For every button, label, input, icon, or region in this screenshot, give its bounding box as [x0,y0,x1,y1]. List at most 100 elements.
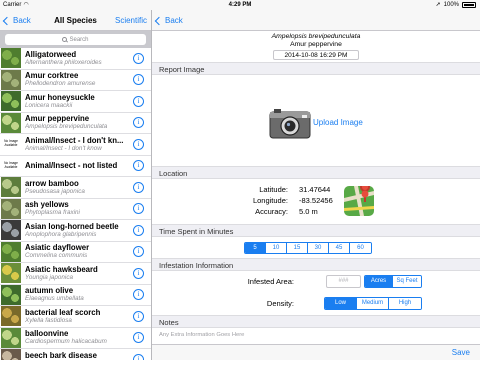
camera-icon[interactable] [269,107,311,139]
species-row[interactable]: ash yellows Phytoplasma fraxini i [0,199,151,221]
species-row[interactable]: Asiatic hawksbeard Youngia japonica i [0,263,151,285]
upload-image-button[interactable]: Upload Image [313,118,363,127]
species-row[interactable]: No Image Available Animal/Insect - I don… [0,134,151,156]
info-icon[interactable]: i [133,289,144,300]
notes-input[interactable]: Any Extra Information Goes Here [159,332,244,338]
species-list-pane: Back All Species Scientific Search Allig… [0,10,152,360]
species-scientific-name: Commelina communis [25,252,133,260]
species-scientific-name: Cardiospermum halicacabum [25,338,133,346]
species-row[interactable]: arrow bamboo Pseudosasa japonica i [0,177,151,199]
species-row[interactable]: Asian long-horned beetle Anoplophora gla… [0,220,151,242]
map-icon[interactable] [344,186,374,216]
time-spent-option[interactable]: 5 [245,243,266,253]
species-scientific-name: Alternanthera philoxeroides [25,59,133,67]
species-common-name: Animal/Insect - not listed [25,161,133,170]
status-bar: Carrier◠ 4:29 PM ➚ 100% [0,0,480,10]
species-common-name: Asian long-horned beetle [25,222,133,231]
location-area: Latitude: 31.47644 Longitude: -83.52456 … [152,179,480,224]
species-row[interactable]: No Image Available Animal/Insect - not l… [0,156,151,178]
infested-area-input[interactable]: ### [326,275,361,288]
species-row[interactable]: balloonvine Cardiospermum halicacabum i [0,328,151,350]
longitude-label: Longitude: [218,196,288,205]
species-common-name: Amur peppervine [152,41,480,49]
density-option[interactable]: Medium [357,298,389,309]
species-thumbnail [1,285,21,305]
species-scientific-name: Phytoplasma fraxini [25,209,133,217]
info-icon[interactable]: i [133,53,144,64]
latitude-label: Latitude: [218,185,288,194]
battery-percent: 100% [444,0,459,10]
time-spent-row: 51015304560 [152,237,480,258]
species-scientific-name: Ampelopsis brevipedunculata [25,123,133,131]
species-thumbnail [1,48,21,68]
info-icon[interactable]: i [133,332,144,343]
info-icon[interactable]: i [133,74,144,85]
info-icon[interactable]: i [133,182,144,193]
location-header: Location [152,166,480,179]
scientific-toggle-button[interactable]: Scientific [115,10,147,31]
info-icon[interactable]: i [133,203,144,214]
density-segmented-control: LowMediumHigh [324,297,422,310]
time-spent-header: Time Spent in Minutes [152,224,480,237]
species-thumbnail [1,263,21,283]
species-row[interactable]: Alligatorweed Alternanthera philoxeroide… [0,48,151,70]
no-image-placeholder: No Image Available [1,134,21,154]
info-icon[interactable]: i [133,96,144,107]
info-icon[interactable]: i [133,117,144,128]
notes-header: Notes [152,315,480,328]
species-scientific-name: Ampelopsis brevipedunculata [152,33,480,41]
species-common-name: ash yellows [25,200,133,209]
species-thumbnail [1,242,21,262]
report-image-header: Report Image [152,62,480,75]
species-row[interactable]: Amur corktree Phellodendron amurense i [0,70,151,92]
bottom-toolbar: Save [152,344,480,360]
species-list: Alligatorweed Alternanthera philoxeroide… [0,48,151,360]
species-row[interactable]: beech bark disease Nectria coccinea i [0,349,151,360]
species-common-name: autumn olive [25,286,133,295]
time-spent-option[interactable]: 45 [329,243,350,253]
info-icon[interactable]: i [133,246,144,257]
species-common-name: Amur peppervine [25,114,133,123]
info-icon[interactable]: i [133,139,144,150]
time-spent-option[interactable]: 30 [308,243,329,253]
species-thumbnail [1,177,21,197]
info-icon[interactable]: i [133,311,144,322]
infestation-area: Infested Area: ### AcresSq Feet Density:… [152,271,480,315]
time-spent-option[interactable]: 15 [287,243,308,253]
species-row[interactable]: Amur honeysuckle Lonicera maackii i [0,91,151,113]
species-scientific-name: Anoplophora glabripennis [25,231,133,239]
species-scientific-name: Pseudosasa japonica [25,188,133,196]
species-common-name: bacterial leaf scorch [25,308,133,317]
time-spent-option[interactable]: 10 [266,243,287,253]
density-option[interactable]: Low [325,298,357,309]
species-scientific-name: Lonicera maackii [25,102,133,110]
species-header: Ampelopsis brevipedunculata Amur pepperv… [152,31,480,62]
species-row[interactable]: bacterial leaf scorch Xylella fastidiosa… [0,306,151,328]
save-button[interactable]: Save [452,348,470,357]
density-label: Density: [267,299,294,308]
info-icon[interactable]: i [133,268,144,279]
report-detail-pane: Back Ampelopsis brevipedunculata Amur pe… [152,10,480,360]
no-image-placeholder: No Image Available [1,156,21,176]
area-unit-option[interactable]: Sq Feet [393,276,421,287]
species-thumbnail [1,70,21,90]
species-row[interactable]: Asiatic dayflower Commelina communis i [0,242,151,264]
species-common-name: Amur honeysuckle [25,93,133,102]
time-spent-option[interactable]: 60 [350,243,371,253]
species-scientific-name: Xylella fastidiosa [25,317,133,325]
report-image-area: Upload Image [152,75,480,166]
species-row[interactable]: autumn olive Elaeagnus umbellata i [0,285,151,307]
info-icon[interactable]: i [133,225,144,236]
species-common-name: balloonvine [25,329,133,338]
info-icon[interactable]: i [133,354,144,360]
density-option[interactable]: High [389,298,421,309]
search-input[interactable]: Search [5,34,146,45]
area-unit-option[interactable]: Acres [365,276,393,287]
report-date-field[interactable]: 2014-10-08 16:29 PM [273,50,359,60]
longitude-value: -83.52456 [299,196,333,205]
infestation-header: Infestation Information [152,258,480,271]
left-nav-bar: Back All Species Scientific [0,10,151,31]
right-back-button[interactable]: Back [156,10,183,31]
info-icon[interactable]: i [133,160,144,171]
species-row[interactable]: Amur peppervine Ampelopsis brevipeduncul… [0,113,151,135]
